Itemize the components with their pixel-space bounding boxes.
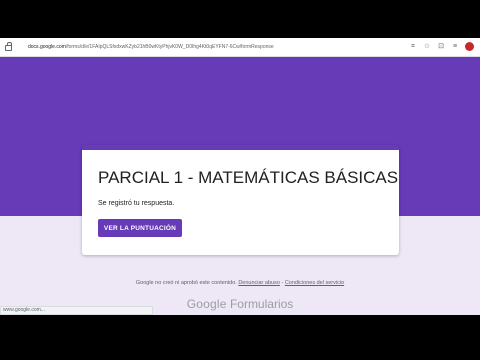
- brand-google: Google: [186, 297, 227, 311]
- lock-icon[interactable]: [5, 42, 12, 51]
- address-bar[interactable]: docs.google.com/forms/d/e/1FAIpQLSfxdxwK…: [0, 38, 480, 57]
- toolbar-right: ⌗ ☆ ⊡ ≡: [409, 42, 474, 51]
- menu-icon[interactable]: ≡: [451, 43, 459, 51]
- nav-icons: [0, 42, 28, 51]
- disclaimer-text: Google no creó ni aprobó este contenido.: [135, 280, 237, 286]
- browser-viewport: docs.google.com/forms/d/e/1FAIpQLSfxdxwK…: [0, 38, 480, 315]
- brand-product: Formularios: [229, 297, 294, 311]
- footer-separator: -: [281, 280, 284, 286]
- footer-disclaimer: Google no creó ni aprobó este contenido.…: [0, 280, 480, 286]
- translate-icon[interactable]: ⌗: [409, 43, 417, 51]
- view-score-button[interactable]: VER LA PUNTUACIÓN: [98, 219, 182, 237]
- url-domain: docs.google.com: [28, 44, 66, 50]
- url-path: /forms/d/e/1FAIpQLSfxdxwKZyb21hB0wKtyPhj…: [65, 44, 274, 50]
- confirmation-card: PARCIAL 1 - MATEMÁTICAS BÁSICAS Se regis…: [82, 145, 399, 255]
- confirmation-message: Se registró tu respuesta.: [98, 200, 175, 207]
- terms-link[interactable]: Condiciones del servicio: [285, 280, 344, 286]
- report-abuse-link[interactable]: Denunciar abuso: [238, 280, 280, 286]
- star-icon[interactable]: ☆: [423, 43, 431, 51]
- form-title: PARCIAL 1 - MATEMÁTICAS BÁSICAS: [98, 168, 399, 187]
- profile-avatar[interactable]: [465, 42, 474, 51]
- status-bar: www.google.com...: [0, 306, 153, 315]
- extension-icon[interactable]: ⊡: [437, 43, 445, 51]
- url-text[interactable]: docs.google.com/forms/d/e/1FAIpQLSfxdxwK…: [28, 44, 428, 50]
